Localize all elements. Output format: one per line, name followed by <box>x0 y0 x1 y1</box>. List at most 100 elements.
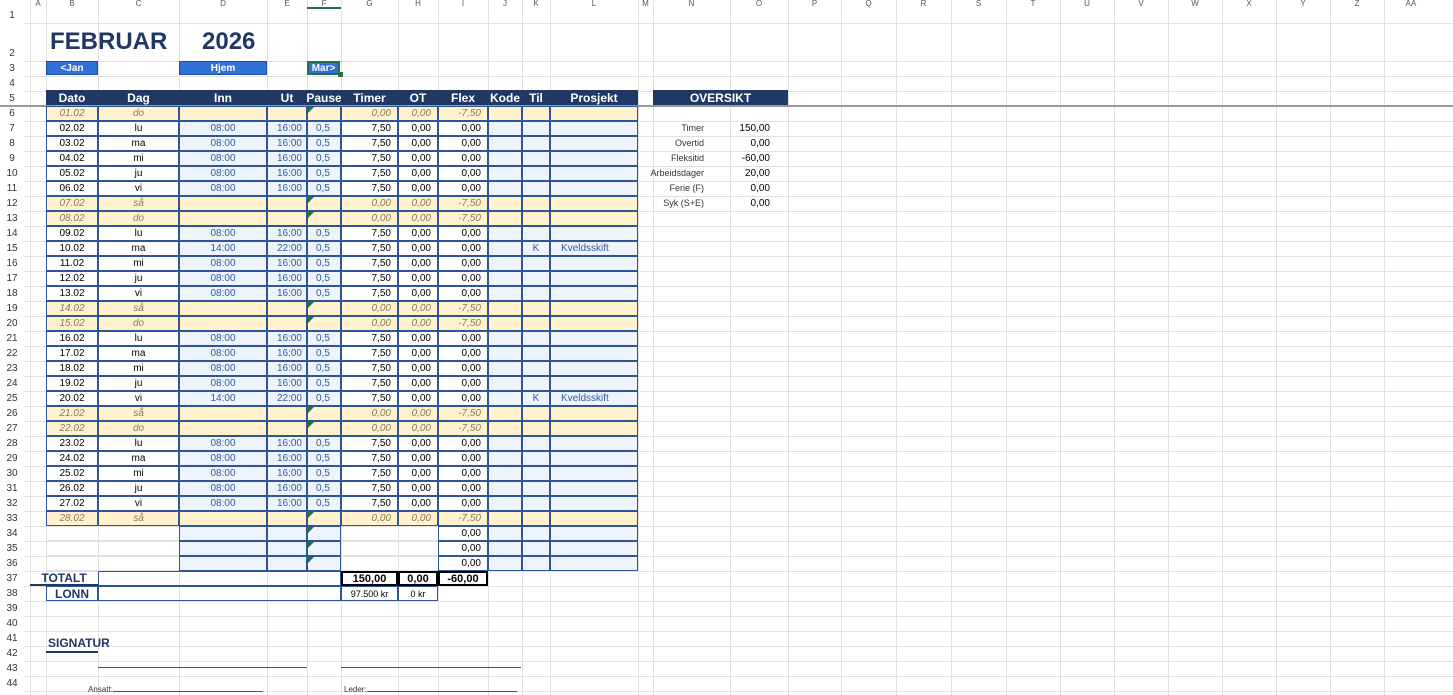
entry-inn[interactable]: 08:00 <box>179 271 267 286</box>
row-header[interactable]: 33 <box>0 513 24 525</box>
column-header[interactable]: K <box>522 0 550 8</box>
entry-ut[interactable] <box>267 541 307 556</box>
entry-pause[interactable]: 0,5 <box>307 496 341 511</box>
column-header[interactable]: E <box>267 0 307 8</box>
entry-til[interactable] <box>522 421 550 436</box>
entry-inn[interactable] <box>179 511 267 526</box>
row-header[interactable]: 16 <box>0 258 24 270</box>
entry-til[interactable] <box>522 496 550 511</box>
entry-til[interactable] <box>522 406 550 421</box>
entry-kode[interactable] <box>488 526 522 541</box>
entry-pause[interactable]: 0,5 <box>307 256 341 271</box>
entry-kode[interactable] <box>488 286 522 301</box>
entry-ut[interactable]: 16:00 <box>267 151 307 166</box>
entry-pause[interactable]: 0,5 <box>307 391 341 406</box>
column-header[interactable]: Y <box>1276 0 1330 8</box>
entry-til[interactable] <box>522 256 550 271</box>
entry-prosjekt[interactable] <box>550 286 638 301</box>
entry-ut[interactable] <box>267 211 307 226</box>
row-header[interactable]: 43 <box>0 663 24 675</box>
column-header[interactable]: D <box>179 0 267 8</box>
entry-prosjekt[interactable] <box>550 301 638 316</box>
entry-til[interactable] <box>522 271 550 286</box>
column-header[interactable]: T <box>1006 0 1060 8</box>
column-header[interactable]: W <box>1168 0 1222 8</box>
entry-prosjekt[interactable] <box>550 436 638 451</box>
row-header[interactable]: 23 <box>0 363 24 375</box>
entry-ut[interactable] <box>267 556 307 571</box>
row-header[interactable]: 7 <box>0 123 24 135</box>
entry-inn[interactable]: 08:00 <box>179 181 267 196</box>
row-header[interactable]: 11 <box>0 183 24 195</box>
prev-month-button[interactable]: <Jan <box>46 61 98 75</box>
entry-pause[interactable]: 0,5 <box>307 226 341 241</box>
row-header[interactable]: 15 <box>0 243 24 255</box>
entry-til[interactable] <box>522 301 550 316</box>
entry-pause[interactable]: 0,5 <box>307 466 341 481</box>
entry-til[interactable] <box>522 211 550 226</box>
entry-pause[interactable]: 0,5 <box>307 346 341 361</box>
entry-til[interactable]: K <box>522 241 550 256</box>
entry-til[interactable] <box>522 331 550 346</box>
entry-inn[interactable]: 08:00 <box>179 151 267 166</box>
entry-til[interactable] <box>522 481 550 496</box>
entry-til[interactable] <box>522 106 550 121</box>
entry-ut[interactable]: 16:00 <box>267 436 307 451</box>
entry-inn[interactable] <box>179 421 267 436</box>
entry-prosjekt[interactable] <box>550 541 638 556</box>
row-header[interactable]: 38 <box>0 588 24 600</box>
entry-kode[interactable] <box>488 196 522 211</box>
entry-kode[interactable] <box>488 181 522 196</box>
entry-kode[interactable] <box>488 511 522 526</box>
entry-ut[interactable]: 16:00 <box>267 286 307 301</box>
row-header[interactable]: 12 <box>0 198 24 210</box>
column-header[interactable]: A <box>30 0 46 8</box>
entry-kode[interactable] <box>488 166 522 181</box>
entry-inn[interactable]: 08:00 <box>179 286 267 301</box>
entry-kode[interactable] <box>488 496 522 511</box>
entry-prosjekt[interactable] <box>550 466 638 481</box>
entry-pause[interactable]: 0,5 <box>307 361 341 376</box>
entry-ut[interactable]: 16:00 <box>267 376 307 391</box>
entry-til[interactable] <box>522 436 550 451</box>
entry-kode[interactable] <box>488 541 522 556</box>
column-header[interactable]: N <box>653 0 730 8</box>
row-header[interactable]: 3 <box>0 63 24 75</box>
entry-ut[interactable]: 16:00 <box>267 346 307 361</box>
column-header[interactable]: J <box>488 0 522 8</box>
entry-pause[interactable]: 0,5 <box>307 121 341 136</box>
entry-ut[interactable]: 16:00 <box>267 271 307 286</box>
row-header[interactable]: 36 <box>0 558 24 570</box>
entry-kode[interactable] <box>488 226 522 241</box>
row-header[interactable]: 34 <box>0 528 24 540</box>
row-header[interactable]: 10 <box>0 168 24 180</box>
row-header[interactable]: 28 <box>0 438 24 450</box>
entry-til[interactable]: K <box>522 391 550 406</box>
column-header[interactable]: R <box>896 0 951 8</box>
entry-til[interactable] <box>522 151 550 166</box>
entry-ut[interactable] <box>267 316 307 331</box>
entry-ut[interactable] <box>267 301 307 316</box>
entry-ut[interactable]: 16:00 <box>267 256 307 271</box>
column-header[interactable]: U <box>1060 0 1114 8</box>
row-header[interactable]: 26 <box>0 408 24 420</box>
entry-prosjekt[interactable] <box>550 421 638 436</box>
column-header[interactable]: S <box>951 0 1006 8</box>
row-header[interactable]: 29 <box>0 453 24 465</box>
row-header[interactable]: 25 <box>0 393 24 405</box>
row-header[interactable]: 35 <box>0 543 24 555</box>
entry-kode[interactable] <box>488 481 522 496</box>
entry-pause[interactable]: 0,5 <box>307 136 341 151</box>
entry-inn[interactable]: 08:00 <box>179 481 267 496</box>
entry-kode[interactable] <box>488 361 522 376</box>
entry-pause[interactable]: 0,5 <box>307 271 341 286</box>
entry-prosjekt[interactable] <box>550 211 638 226</box>
row-header[interactable]: 19 <box>0 303 24 315</box>
entry-pause[interactable]: 0,5 <box>307 481 341 496</box>
entry-til[interactable] <box>522 541 550 556</box>
entry-pause[interactable]: 0,5 <box>307 151 341 166</box>
row-header[interactable]: 40 <box>0 618 24 630</box>
entry-ut[interactable]: 22:00 <box>267 241 307 256</box>
row-header[interactable]: 4 <box>0 78 24 90</box>
entry-prosjekt[interactable] <box>550 256 638 271</box>
